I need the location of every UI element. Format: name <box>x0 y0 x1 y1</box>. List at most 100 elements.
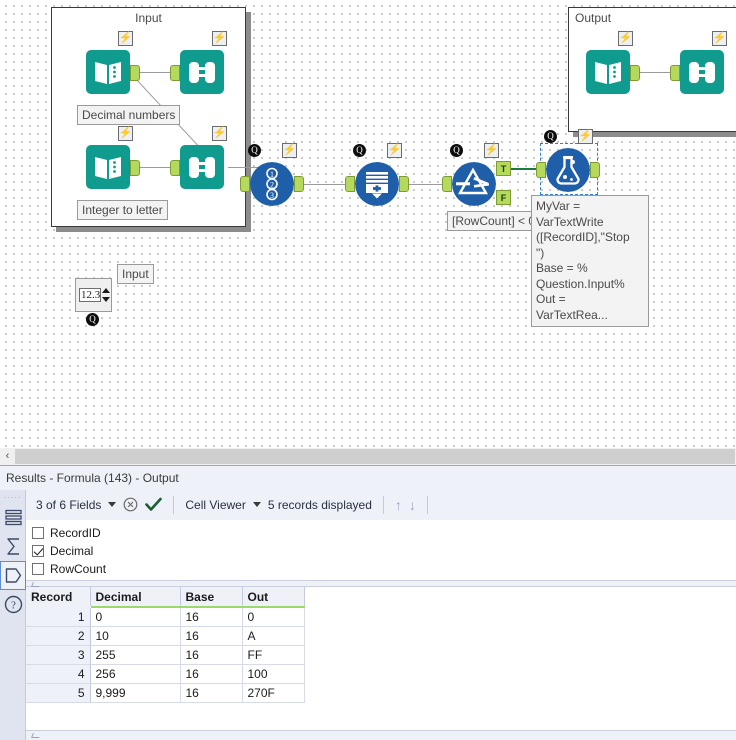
output-port-false[interactable]: F <box>496 190 511 205</box>
input-port[interactable] <box>536 162 546 178</box>
summary-sigma-icon[interactable] <box>0 532 26 561</box>
fields-count-label[interactable]: 3 of 6 Fields <box>36 498 101 512</box>
column-header-out[interactable]: Out <box>242 587 305 608</box>
tool-browse-integer[interactable]: ⚡ <box>170 126 227 189</box>
text-input-icon <box>586 50 630 94</box>
field-checkbox[interactable] <box>32 545 44 557</box>
nav-up-arrow-icon[interactable]: ↑ <box>395 497 402 513</box>
cell-viewer-label[interactable]: Cell Viewer <box>185 498 245 512</box>
field-selection-list: RecordID Decimal RowCount <box>26 520 736 580</box>
output-port[interactable] <box>590 162 600 178</box>
field-label: RecordID <box>50 526 101 540</box>
table-header-row: Record Decimal Base Out <box>26 587 305 608</box>
tooltip-line: MyVar = <box>536 199 581 213</box>
results-toolbar: 3 of 6 Fields Cell Viewer 5 records disp… <box>26 490 736 520</box>
tooltip-line: VarTextRea... <box>536 307 608 322</box>
output-port[interactable] <box>294 176 304 192</box>
cell-out: FF <box>242 645 305 665</box>
cell-out: 270F <box>242 683 305 703</box>
column-header-record[interactable]: Record <box>26 587 91 608</box>
input-port[interactable] <box>170 65 180 81</box>
output-port[interactable] <box>130 65 140 81</box>
tool-union[interactable]: Q ⚡ <box>345 143 409 206</box>
rail-drag-handle[interactable]: ····· <box>0 492 25 503</box>
field-checkbox[interactable] <box>32 563 44 575</box>
output-port[interactable] <box>399 176 409 192</box>
input-port[interactable] <box>170 160 180 176</box>
input-port[interactable] <box>240 176 250 192</box>
browse-binoculars-icon <box>180 50 224 94</box>
input-port[interactable] <box>442 176 452 192</box>
results-title: Results - Formula (143) - Output <box>0 466 736 490</box>
results-data-grid[interactable]: Record Decimal Base Out 1 0 16 0 2 10 16… <box>26 587 305 703</box>
cell-record: 1 <box>26 607 91 627</box>
table-row[interactable]: 1 0 16 0 <box>26 607 305 627</box>
data-grid-wrapper[interactable]: Record Decimal Base Out 1 0 16 0 2 10 16… <box>26 587 736 730</box>
question-badge-icon: Q <box>353 144 366 157</box>
cell-out: 0 <box>242 607 305 627</box>
tool-browse-decimal[interactable]: ⚡ <box>170 31 227 94</box>
apply-check-icon[interactable] <box>145 497 163 512</box>
clear-filter-icon[interactable] <box>123 497 138 512</box>
output-port[interactable] <box>130 160 140 176</box>
input-port[interactable] <box>345 176 355 192</box>
field-label: Decimal <box>50 544 94 558</box>
data-view-icon[interactable] <box>0 503 26 532</box>
annotation-input-label: Input <box>117 264 154 284</box>
cell-decimal: 10 <box>90 626 181 646</box>
annotation-rowcount-filter: [RowCount] < 0 <box>447 211 541 231</box>
table-row[interactable]: 2 10 16 A <box>26 626 305 646</box>
filter-prism-icon <box>452 162 496 206</box>
lightning-badge-icon: ⚡ <box>118 31 133 46</box>
spinner-up-icon[interactable] <box>102 288 110 293</box>
cell-base: 16 <box>180 664 243 684</box>
tooltip-line: ") <box>536 245 545 260</box>
table-row[interactable]: 4 256 16 100 <box>26 664 305 684</box>
tool-browse-output[interactable]: ⚡ <box>670 31 727 94</box>
table-row[interactable]: 3 255 16 FF <box>26 645 305 665</box>
svg-text:?: ? <box>11 600 16 612</box>
scroll-track[interactable] <box>15 449 735 464</box>
output-port[interactable] <box>630 65 640 81</box>
tool-text-input-integer[interactable]: ⚡ <box>86 126 140 189</box>
tool-filter[interactable]: Q ⚡ T F <box>442 143 511 206</box>
lightning-badge-icon: ⚡ <box>212 126 227 141</box>
scroll-left-arrow-icon[interactable]: ‹ <box>0 448 15 465</box>
canvas-horizontal-scrollbar[interactable]: ‹ <box>0 448 736 465</box>
tool-numeric-up-down[interactable]: 12.3 <box>75 278 112 312</box>
toolbar-divider <box>382 495 384 514</box>
help-icon[interactable]: ? <box>0 590 26 619</box>
lightning-badge-icon: ⚡ <box>578 129 593 144</box>
tool-formula[interactable]: Q ⚡ <box>536 129 600 192</box>
tool-record-id[interactable]: 1 2 3 Q ⚡ <box>240 143 304 206</box>
formula-flask-icon <box>546 148 590 192</box>
tool-text-input-output[interactable]: ⚡ <box>586 31 640 94</box>
spinner-down-icon[interactable] <box>102 297 110 302</box>
cell-base: 16 <box>180 683 243 703</box>
field-row[interactable]: RecordID <box>32 524 736 542</box>
fields-dropdown-chevron-down-icon[interactable] <box>108 502 117 507</box>
tool-text-input-decimal[interactable]: ⚡ <box>86 31 140 94</box>
question-badge-icon: Q <box>248 144 261 157</box>
workflow-canvas[interactable]: Input Output ⚡ Decimal numbers ⚡ ⚡ Integ… <box>0 0 736 448</box>
input-port[interactable] <box>670 65 680 81</box>
tooltip-line: VarTextWrite <box>536 214 604 229</box>
numeric-spinner-arrows[interactable] <box>102 288 110 302</box>
column-header-decimal[interactable]: Decimal <box>90 587 181 608</box>
table-row[interactable]: 5 9,999 16 270F <box>26 683 305 703</box>
field-row[interactable]: Decimal <box>32 542 736 560</box>
results-rail: ····· ? <box>0 490 26 740</box>
cell-base: 16 <box>180 626 243 646</box>
cell-decimal: 255 <box>90 645 181 665</box>
cell-record: 4 <box>26 664 91 684</box>
panel-splitter[interactable] <box>26 580 736 587</box>
metadata-tag-icon[interactable] <box>0 561 26 590</box>
field-row[interactable]: RowCount <box>32 560 736 578</box>
field-checkbox[interactable] <box>32 527 44 539</box>
column-header-base[interactable]: Base <box>180 587 243 608</box>
cell-viewer-chevron-down-icon[interactable] <box>252 502 261 507</box>
nav-down-arrow-icon[interactable]: ↓ <box>409 497 416 513</box>
output-port-true[interactable]: T <box>496 161 511 176</box>
numeric-value-field[interactable]: 12.3 <box>79 288 101 302</box>
tooltip-line: Question.Input% <box>536 276 625 291</box>
